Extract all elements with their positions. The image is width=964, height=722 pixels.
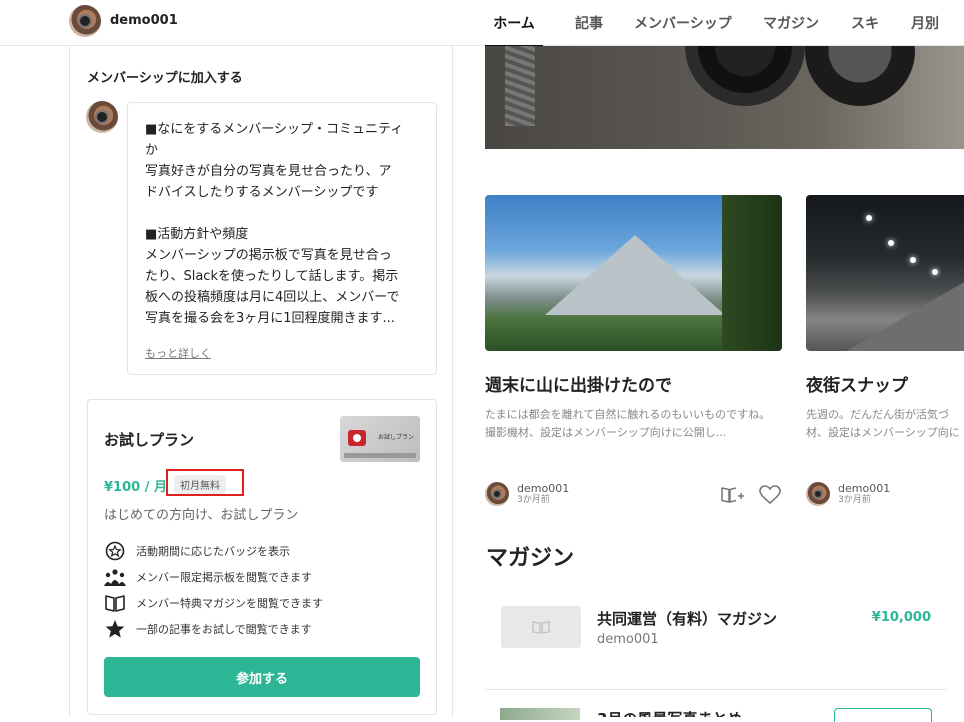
more-details-link[interactable]: もっと詳しく [145, 345, 211, 361]
description-line: 写真好きが自分の写真を見せ合ったり、ア [145, 164, 392, 179]
description-line: メンバーシップの掲示板で写真を見せ合っ [145, 248, 392, 263]
article-meta: demo001 3か月前 [485, 482, 569, 506]
creator-avatar[interactable] [69, 5, 101, 37]
description-line: ドバイスしたりするメンバーシップです [145, 185, 379, 200]
featured-article-image[interactable] [485, 46, 964, 149]
description-line: たり、Slackを使ったりして話します。掲示 [145, 269, 399, 284]
article-thumbnail[interactable] [806, 195, 964, 351]
article-card[interactable]: 夜街スナップ 先週の。だんだん街が活気づ材、設定はメンバーシップ向に [806, 195, 964, 442]
article-title[interactable]: 週末に山に出掛けたので [485, 371, 782, 396]
article-excerpt: たまには都会を離れて自然に触れるのもいいものですね。 撮影機材、設定はメンバーシ… [485, 408, 771, 439]
badge-star-icon [105, 541, 125, 561]
feature-item: メンバー特典マガジンを閲覧できます [104, 593, 323, 613]
membership-sidebar: メンバーシップに加入する ■なにをするメンバーシップ・コミュニティ か 写真好き… [69, 46, 453, 717]
article-excerpt: 先週の。だんだん街が活気づ材、設定はメンバーシップ向に [806, 408, 960, 439]
thumbnail-label: お試しプラン [378, 434, 415, 441]
author-name[interactable]: demo001 [517, 482, 569, 495]
tab-membership[interactable]: メンバーシップ [634, 0, 732, 46]
article-card[interactable]: 週末に山に出掛けたので たまには都会を離れて自然に触れるのもいいものですね。 撮… [485, 195, 782, 442]
section-title: メンバーシップに加入する [87, 71, 243, 86]
description-line: 写真を撮る会を3ヶ月に1回程度開きます... [145, 311, 395, 326]
magazine-book-icon [105, 595, 125, 612]
description-line: 板への投稿頻度は月に4回以上、メンバーで [145, 290, 400, 305]
top-bar: demo001 ホーム 記事 メンバーシップ マガジン スキ 月別 [0, 0, 964, 47]
description-line: か [145, 143, 159, 158]
post-time: 3か月前 [838, 494, 871, 505]
magazine-thumbnail[interactable] [501, 606, 581, 648]
highlight-box [166, 469, 244, 496]
feature-item: メンバー限定掲示板を閲覧できます [104, 567, 312, 587]
article-title[interactable]: 夜街スナップ [806, 371, 964, 396]
creator-avatar[interactable] [86, 101, 118, 133]
membership-description: ■なにをするメンバーシップ・コミュニティ か 写真好きが自分の写真を見せ合ったり… [127, 102, 437, 375]
description-line: ■なにをするメンバーシップ・コミュニティ [145, 122, 404, 137]
like-heart-icon[interactable] [759, 485, 781, 505]
magazine-book-icon [532, 621, 550, 634]
plan-subtitle: はじめての方向け、お試しプラン [104, 508, 299, 523]
feature-text: 活動期間に応じたバッジを表示 [136, 545, 290, 558]
tab-home[interactable]: ホーム [485, 0, 543, 47]
feature-item: 一部の記事をお試しで閲覧できます [104, 619, 312, 639]
magazine-author[interactable]: demo001 [597, 632, 659, 647]
add-to-magazine-icon[interactable] [720, 485, 744, 505]
magazine-section-heading: マガジン [486, 546, 575, 571]
author-avatar[interactable] [485, 482, 509, 506]
feature-text: メンバー特典マガジンを閲覧できます [136, 597, 323, 610]
feature-text: メンバー限定掲示板を閲覧できます [136, 571, 312, 584]
tab-articles[interactable]: 記事 [575, 0, 603, 46]
tab-monthly[interactable]: 月別 [911, 0, 939, 46]
description-line [145, 203, 420, 224]
magazine-action-button[interactable] [834, 708, 932, 722]
author-avatar[interactable] [806, 482, 830, 506]
magazine-title[interactable]: 共同運営（有料）マガジン [597, 608, 777, 629]
site-name[interactable]: demo001 [110, 13, 178, 28]
plan-card: お試しプラン お試しプラン ¥100 / 月 初月無料 はじめての方向け、お試し… [87, 399, 437, 715]
magazine-price: ¥10,000 [871, 610, 931, 625]
plan-price: ¥100 / 月 [104, 480, 167, 495]
magazine-item[interactable]: 共同運営（有料）マガジン demo001 ¥10,000 [485, 594, 947, 690]
plan-title: お試しプラン [104, 431, 195, 449]
magazine-title[interactable]: 3月の風景写真まとめ [597, 708, 742, 717]
description-line: ■活動方針や頻度 [145, 227, 249, 242]
article-thumbnail[interactable] [485, 195, 782, 351]
author-name[interactable]: demo001 [838, 482, 890, 495]
plan-thumbnail: お試しプラン [340, 416, 420, 462]
tab-likes[interactable]: スキ [851, 0, 879, 46]
post-time: 3か月前 [517, 494, 550, 505]
feature-text: 一部の記事をお試しで閲覧できます [136, 623, 312, 636]
feature-item: 活動期間に応じたバッジを表示 [104, 541, 290, 561]
star-icon [105, 620, 125, 638]
join-button[interactable]: 参加する [104, 657, 420, 697]
tab-magazine[interactable]: マガジン [763, 0, 819, 46]
members-icon [104, 569, 126, 586]
magazine-thumbnail[interactable] [500, 708, 580, 720]
article-meta: demo001 3か月前 [806, 482, 890, 506]
camera-icon [348, 430, 366, 446]
